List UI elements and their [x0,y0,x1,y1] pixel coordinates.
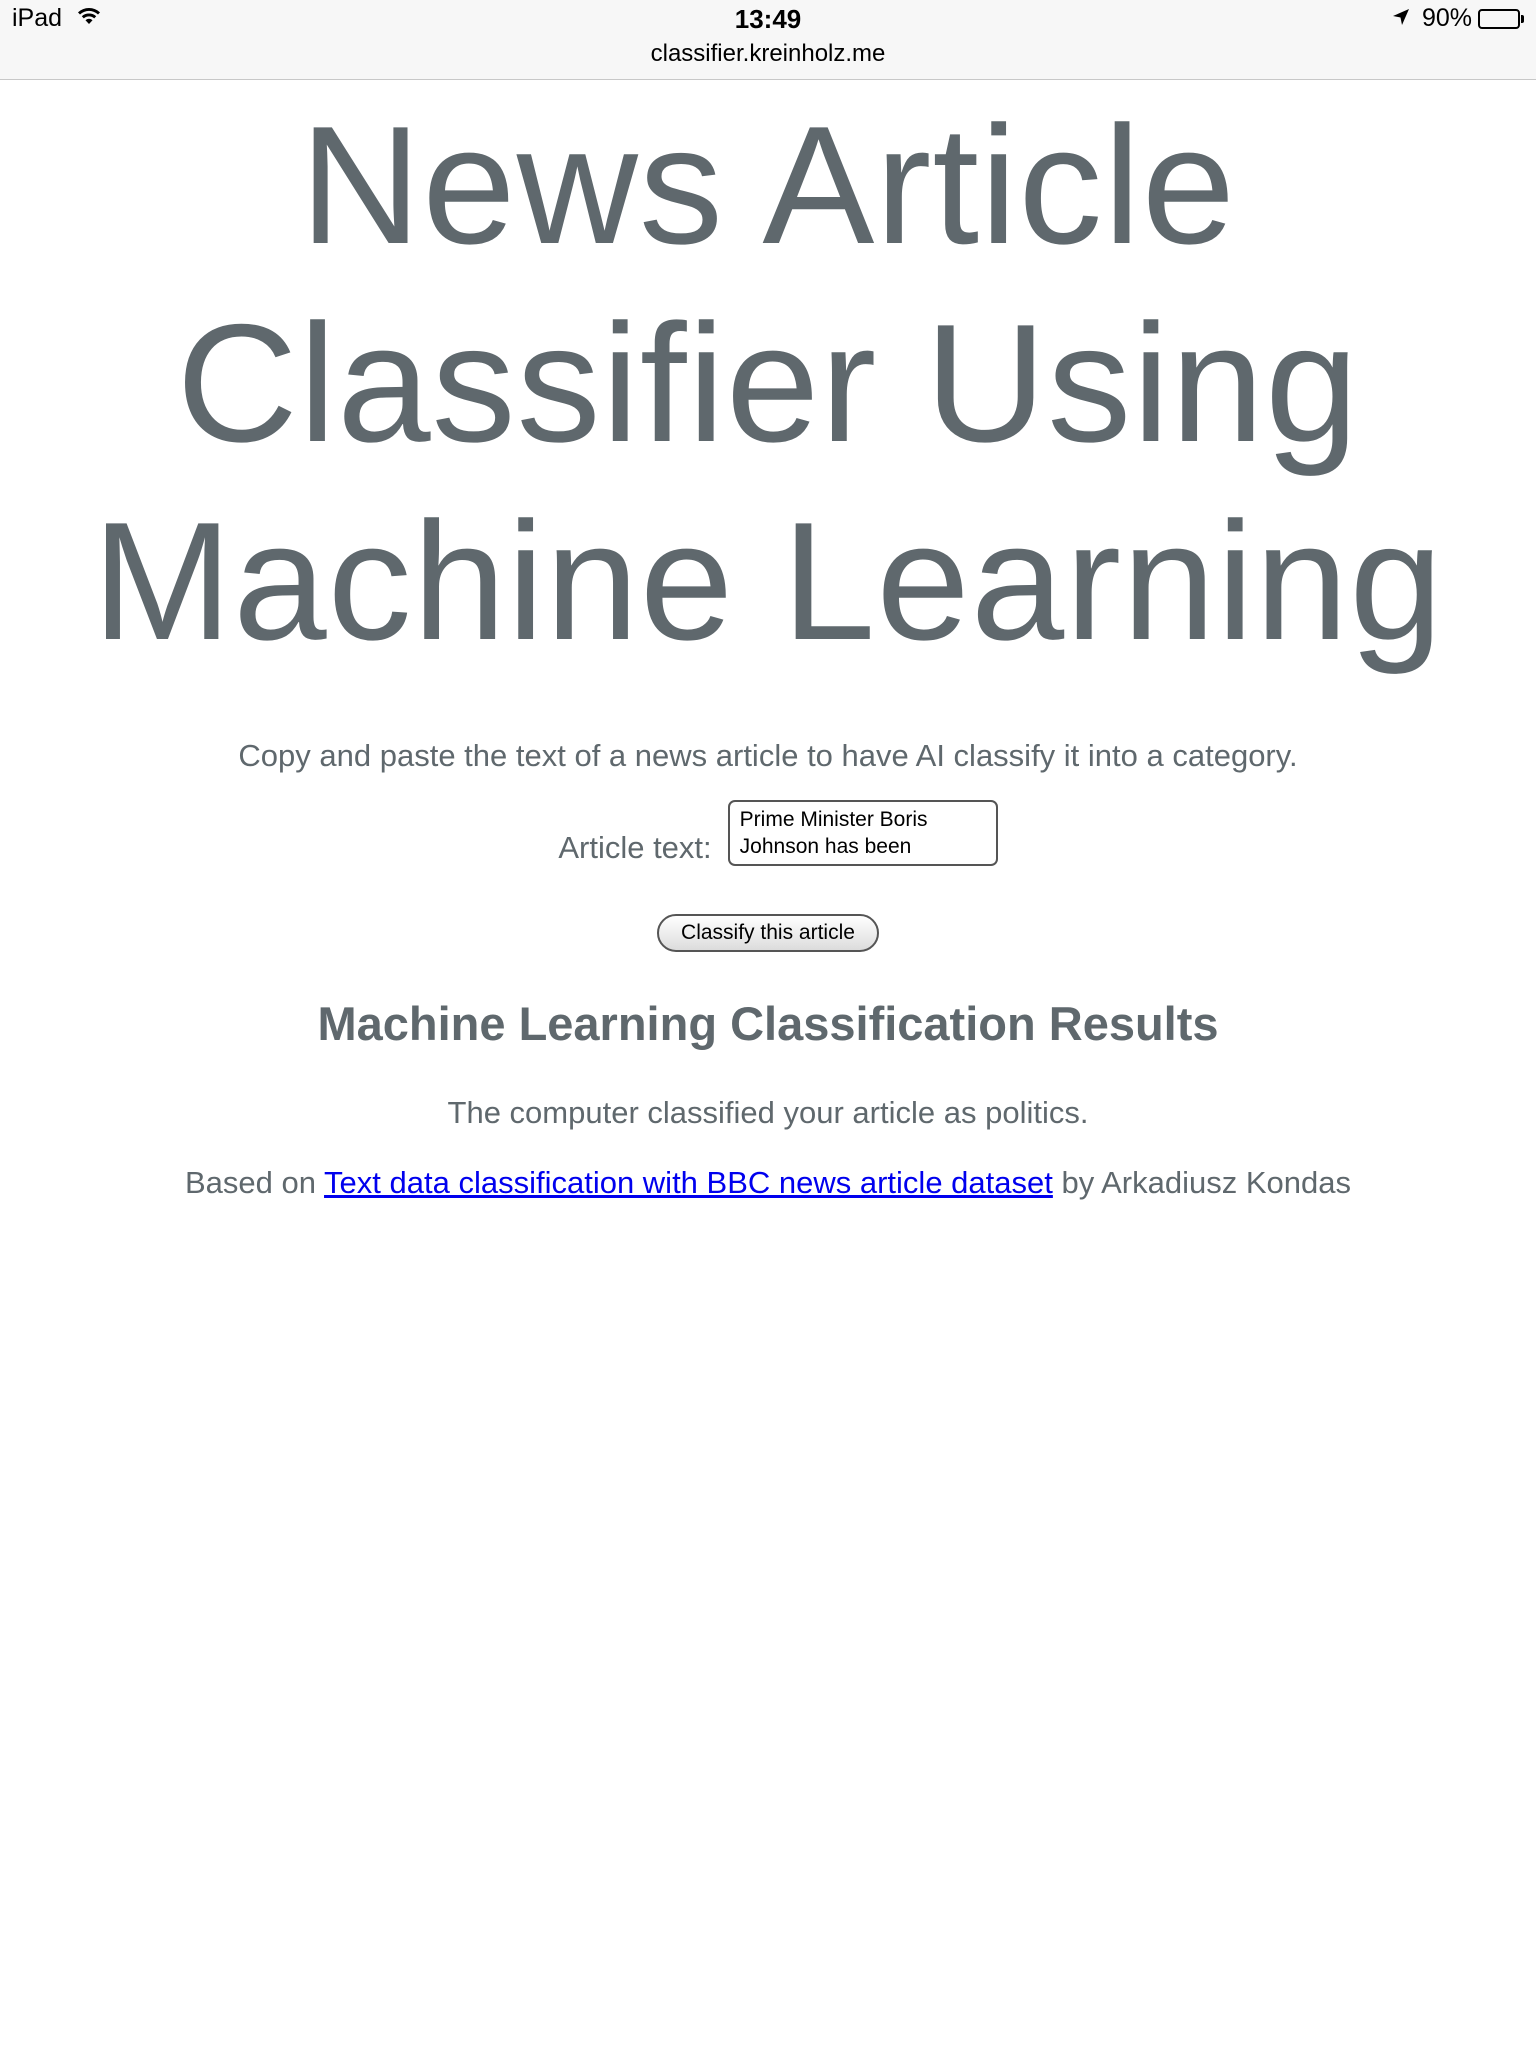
battery-icon [1478,8,1524,29]
credit-prefix: Based on [184,1165,325,1200]
page-title: News Article Classifier Using Machine Le… [0,80,1536,680]
battery-percentage: 90% [1421,4,1472,32]
title-line-1: News Article [299,91,1237,279]
status-right: 90% [1392,4,1524,33]
article-form: Article text: Prime Minister Boris Johns… [0,800,1536,866]
main-content: News Article Classifier Using Machine Le… [0,80,1536,1201]
article-text-line-1: Prime Minister Boris [739,808,928,831]
results-heading: Machine Learning Classification Results [317,997,1219,1050]
result-text: The computer classified your article as … [447,1095,1089,1130]
intro-text: Copy and paste the text of a news articl… [238,738,1298,773]
dataset-link[interactable]: Text data classification with BBC news a… [324,1165,1053,1200]
credit-suffix: by Arkadiusz Kondas [1052,1165,1351,1200]
article-text-input[interactable]: Prime Minister Boris Johnson has been [727,800,998,866]
classify-button[interactable]: Classify this article [657,914,879,952]
article-text-label: Article text: [558,830,712,865]
article-text-line-2: Johnson has been [739,835,912,858]
credit-line: Based on Text data classification with B… [0,1165,1536,1201]
status-bar: iPad 13:49 classifier.kreinholz.me 90% [0,0,1536,80]
status-time: 13:49 [734,4,802,34]
location-arrow-icon [1392,4,1410,33]
address-bar-url[interactable]: classifier.kreinholz.me [0,40,1536,68]
title-line-2: Classifier Using [176,289,1360,477]
title-line-3: Machine Learning [92,487,1444,675]
